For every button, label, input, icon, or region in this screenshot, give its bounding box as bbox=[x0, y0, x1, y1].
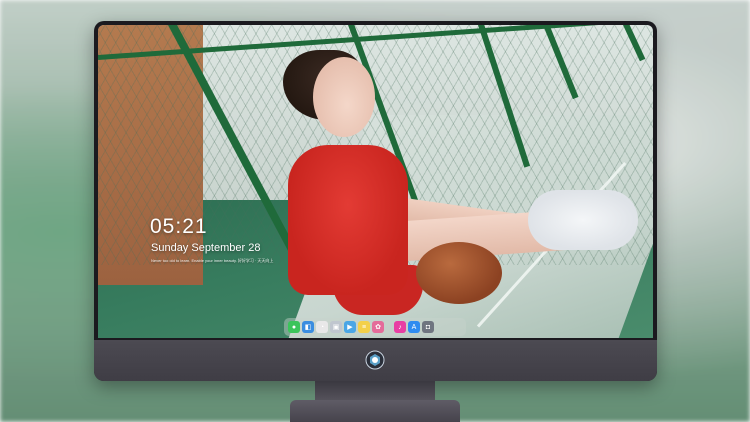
app-store-icon[interactable]: A bbox=[408, 321, 420, 333]
lockscreen-clock: 05:21 bbox=[150, 215, 208, 238]
notes-icon[interactable]: ≡ bbox=[358, 321, 370, 333]
lockscreen-date: Sunday September 28 bbox=[151, 242, 261, 254]
brand-emblem-icon bbox=[365, 350, 385, 370]
music-icon[interactable]: ♪ bbox=[394, 321, 406, 333]
monitor-chin bbox=[94, 340, 657, 381]
photos-icon[interactable]: ✿ bbox=[372, 321, 384, 333]
wallpaper-figure-head bbox=[313, 57, 375, 137]
monitor: 05:21 Sunday September 28 Never too old … bbox=[94, 21, 657, 381]
monitor-stand-base bbox=[290, 400, 460, 422]
dock: ● ◧ ◔ ▣ ▶ ≡ ✿ ♪ A ◘ bbox=[284, 318, 466, 336]
preview-icon[interactable]: ▣ bbox=[330, 321, 342, 333]
screenshot-icon[interactable]: ◘ bbox=[422, 321, 434, 333]
wallpaper-basketball bbox=[416, 242, 502, 304]
wallpaper-figure-shoes bbox=[528, 190, 638, 250]
desktop-screen[interactable]: 05:21 Sunday September 28 Never too old … bbox=[98, 25, 653, 338]
finder-icon[interactable]: ◧ bbox=[302, 321, 314, 333]
wallpaper-figure-jersey bbox=[288, 145, 408, 295]
messages-icon[interactable]: ● bbox=[288, 321, 300, 333]
video-icon[interactable]: ▶ bbox=[344, 321, 356, 333]
lockscreen-tagline: Never too old to learn. Enable your inne… bbox=[151, 258, 274, 263]
clock-icon[interactable]: ◔ bbox=[316, 321, 328, 333]
